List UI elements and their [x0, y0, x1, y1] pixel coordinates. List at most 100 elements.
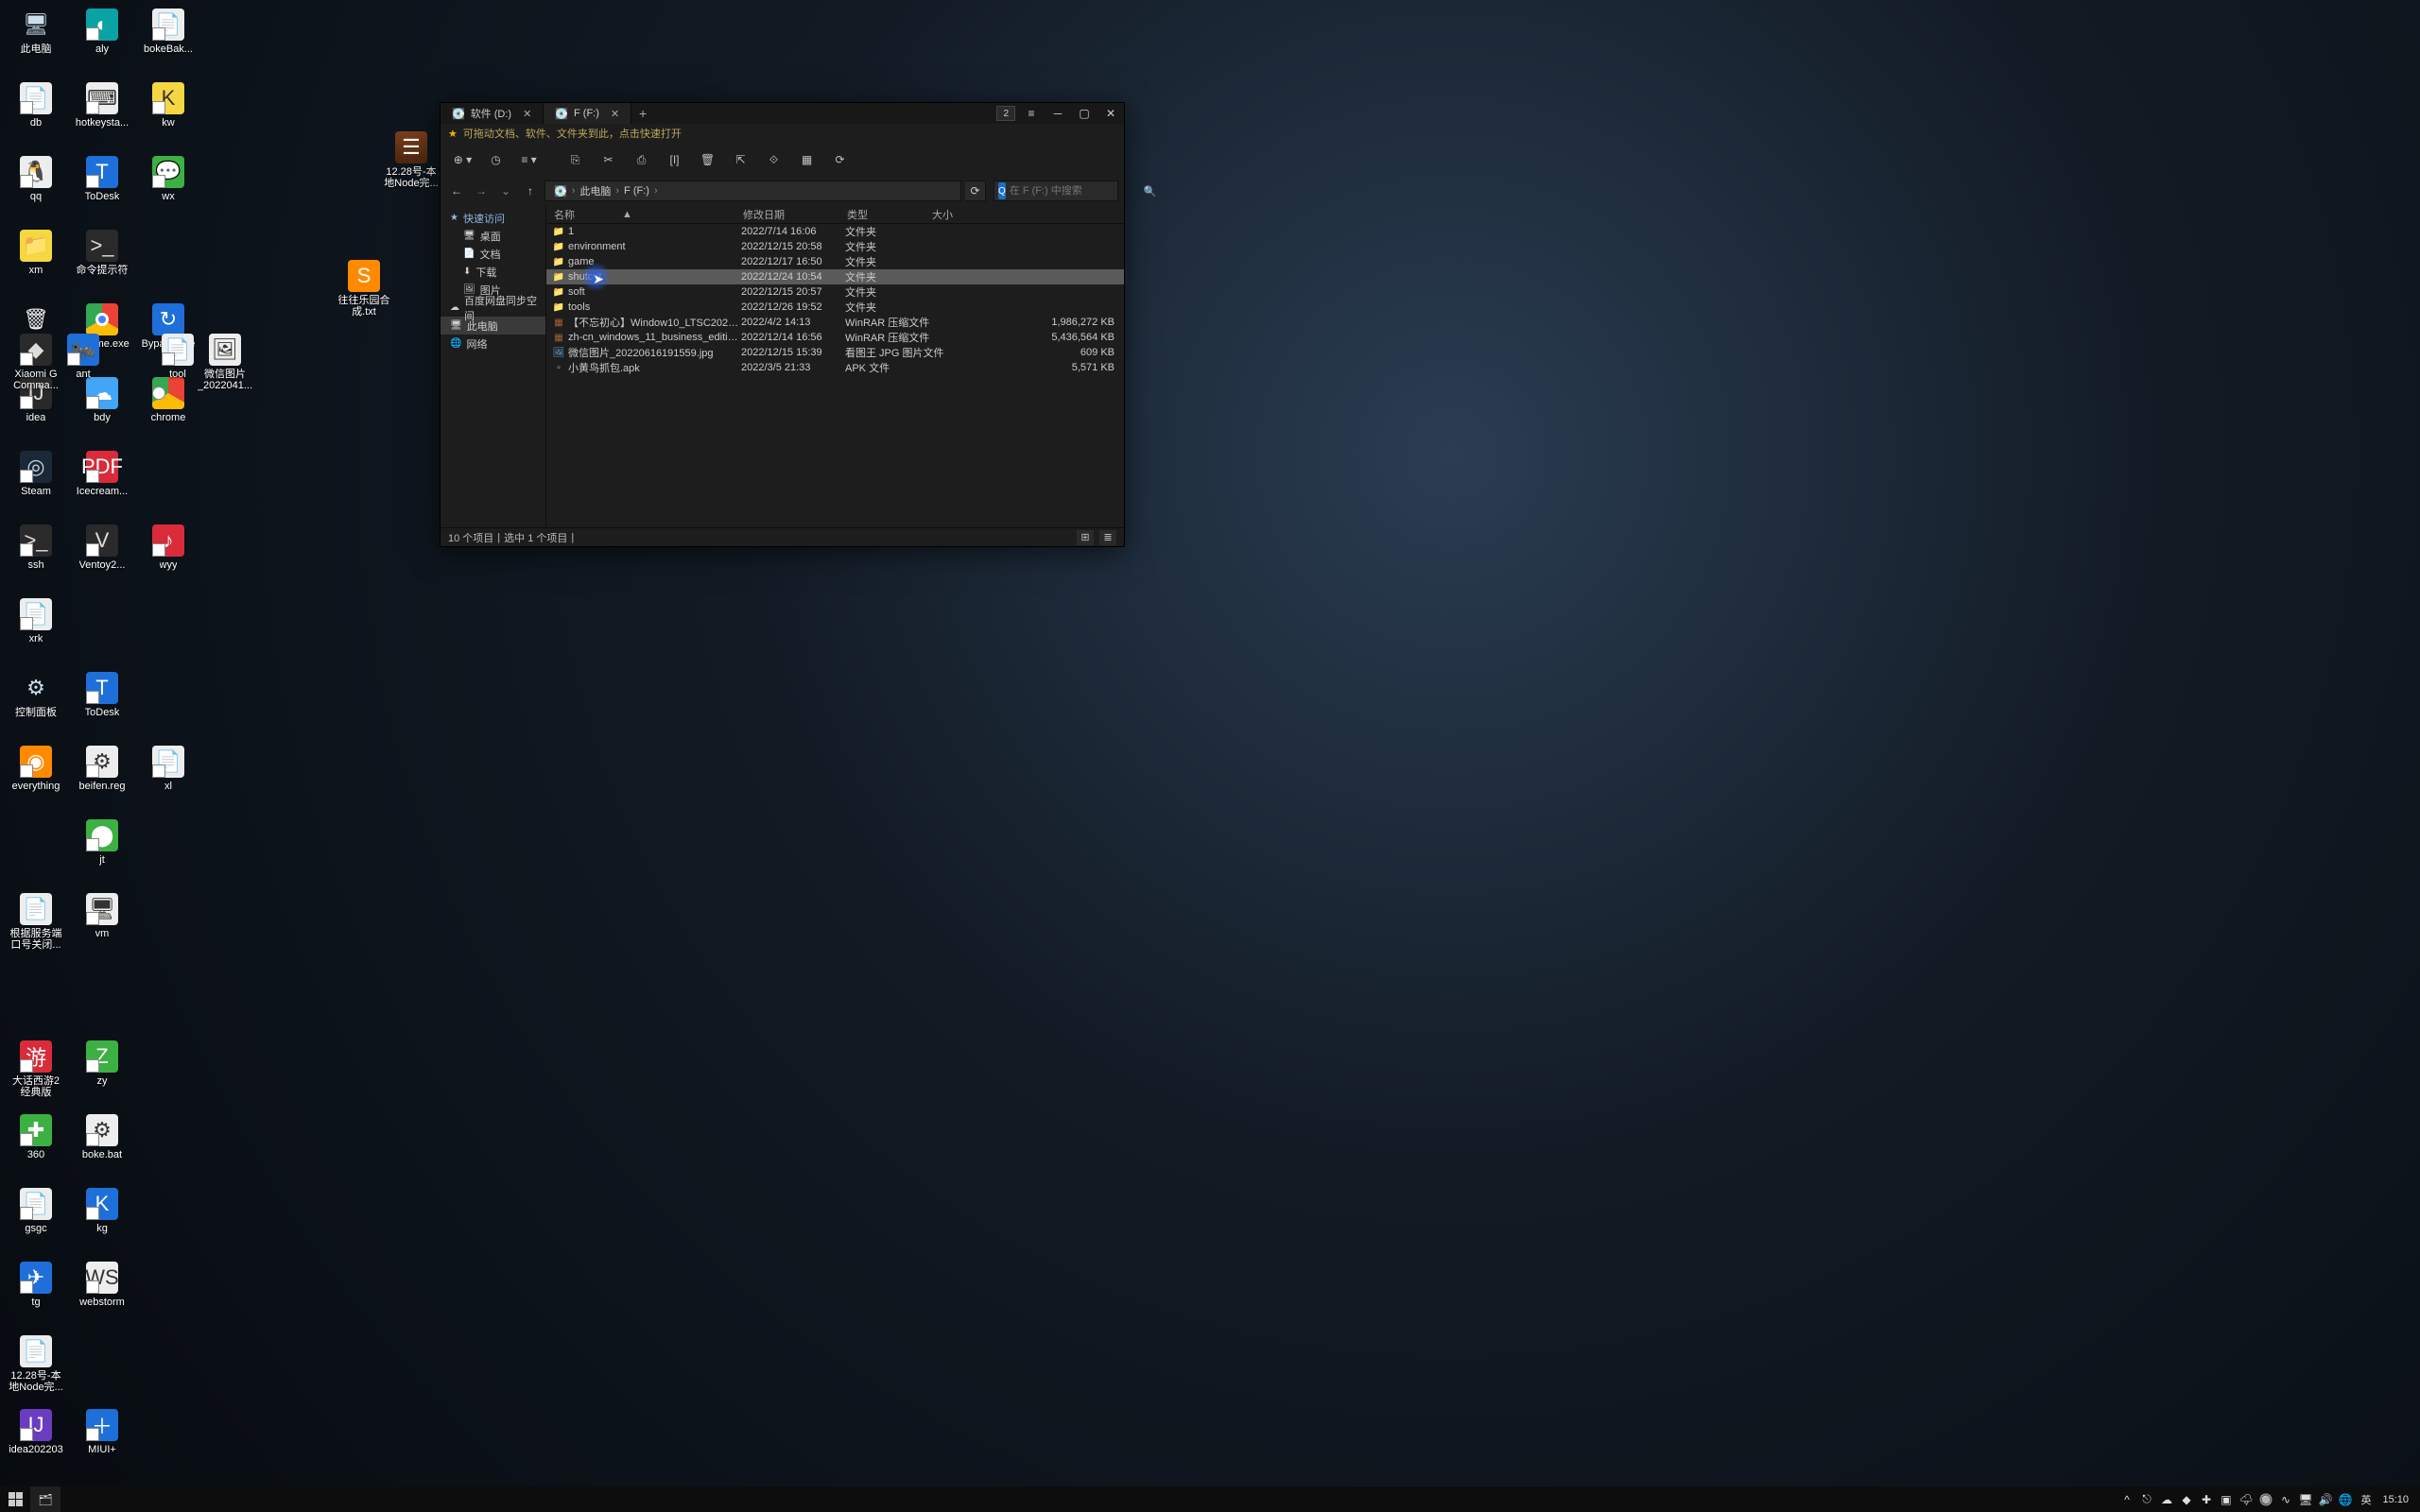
- search-input[interactable]: [1010, 185, 1144, 197]
- sidebar-item-网络[interactable]: 🌐网络: [441, 335, 545, 352]
- forward-button[interactable]: →: [471, 180, 492, 201]
- tab-close-icon[interactable]: ✕: [611, 108, 619, 120]
- recent-button[interactable]: ⌄: [495, 180, 516, 201]
- desktop-icon-往往乐园合-成.txt[interactable]: S往往乐园合 成.txt: [331, 256, 397, 330]
- back-button[interactable]: ←: [446, 180, 467, 201]
- taskbar-app-file-explorer[interactable]: 🗂: [30, 1486, 60, 1512]
- refresh-button[interactable]: ⟳: [823, 146, 856, 173]
- desktop-icon-Ventoy2...[interactable]: VVentoy2...: [69, 521, 135, 594]
- ime-language[interactable]: 英: [2355, 1492, 2377, 1507]
- rename-button[interactable]: [I]: [658, 146, 691, 173]
- sidebar-item-快速访问[interactable]: ★快速访问: [441, 209, 545, 227]
- maximize-button[interactable]: ▢: [1071, 103, 1098, 124]
- tray-icon-5[interactable]: ▣: [2216, 1486, 2236, 1512]
- desktop-icon-jt[interactable]: ⬤jt: [69, 816, 135, 889]
- tray-icon-6[interactable]: 🌩: [2236, 1486, 2256, 1512]
- history-button[interactable]: ◷: [479, 146, 512, 173]
- desktop-icon-everything[interactable]: ◉everything: [3, 742, 69, 816]
- view-details-button[interactable]: ⊞: [1077, 530, 1094, 545]
- desktop-icon-qq[interactable]: 🐧qq: [3, 152, 69, 226]
- column-date[interactable]: 修改日期: [735, 207, 839, 222]
- desktop-icon-控制面板[interactable]: ⚙控制面板: [3, 668, 69, 742]
- desktop-icon-12.28号-本-地Node完...[interactable]: ☰12.28号-本 地Node完...: [378, 128, 444, 201]
- file-row[interactable]: 📁soft2022/12/15 20:57文件夹: [546, 284, 1124, 300]
- desktop-icon-tg[interactable]: ✈tg: [3, 1258, 69, 1332]
- new-item-button[interactable]: ⊕ ▾: [446, 146, 479, 173]
- file-row[interactable]: 📁game2022/12/17 16:50文件夹: [546, 254, 1124, 269]
- desktop-icon-hotkeysta...[interactable]: ⌨hotkeysta...: [69, 78, 135, 152]
- cut-button[interactable]: ✂: [592, 146, 625, 173]
- desktop-icon-wx[interactable]: 💬wx: [135, 152, 201, 226]
- tab-close-icon[interactable]: ✕: [523, 108, 531, 120]
- tray-icon-0[interactable]: ^: [2117, 1486, 2136, 1512]
- desktop-icon-MIUI+[interactable]: ＋MIUI+: [69, 1405, 135, 1479]
- desktop-icon-ToDesk[interactable]: TToDesk: [69, 152, 135, 226]
- up-button[interactable]: ↑: [520, 180, 541, 201]
- desktop-icon-bokeBak...[interactable]: 📄bokeBak...: [135, 5, 201, 78]
- desktop-icon-xm[interactable]: 📁xm: [3, 226, 69, 300]
- drive-icon[interactable]: 💽: [549, 185, 572, 198]
- address-refresh-button[interactable]: ⟳: [965, 180, 986, 201]
- desktop-icon-360[interactable]: ✚360: [3, 1110, 69, 1184]
- explorer-tab[interactable]: 💽F (F:)✕: [544, 103, 631, 124]
- minimize-button[interactable]: ─: [1045, 103, 1071, 124]
- desktop-icon-微信图片-_2022041...[interactable]: 🖼微信图片 _2022041...: [192, 330, 258, 404]
- file-row[interactable]: ▦【不忘初心】Window10_LTSC2021_19044.1...2022/…: [546, 315, 1124, 330]
- pin-button[interactable]: ⇱: [724, 146, 757, 173]
- desktop-icon-webstorm[interactable]: WSwebstorm: [69, 1258, 135, 1332]
- desktop-icon-根据服务端-口号关闭...[interactable]: 📄根据服务端 口号关闭...: [3, 889, 69, 963]
- tray-icon-9[interactable]: 🖥: [2295, 1486, 2315, 1512]
- desktop-icon-ant[interactable]: 🐜ant: [50, 330, 116, 404]
- view-list-button[interactable]: ≣: [1099, 530, 1116, 545]
- desktop-icon-Steam[interactable]: ◎Steam: [3, 447, 69, 521]
- tray-icon-10[interactable]: 🔊: [2315, 1486, 2335, 1512]
- sort-button[interactable]: ≡ ▾: [512, 146, 545, 173]
- sidebar-item-下载[interactable]: ⬇下载: [441, 263, 545, 281]
- menu-button[interactable]: ≡: [1018, 103, 1045, 124]
- crumb-drive-f[interactable]: F (F:): [619, 185, 654, 197]
- desktop-icon-ToDesk[interactable]: TToDesk: [69, 668, 135, 742]
- close-button[interactable]: ✕: [1098, 103, 1124, 124]
- column-type[interactable]: 类型: [839, 207, 925, 222]
- ime-globe-icon[interactable]: 🌐: [2335, 1486, 2355, 1512]
- delete-button[interactable]: 🗑: [691, 146, 724, 173]
- file-row[interactable]: 📁12022/7/14 16:06文件夹: [546, 224, 1124, 239]
- tray-icon-3[interactable]: ◆: [2176, 1486, 2196, 1512]
- desktop-icon-此电脑[interactable]: 🖥此电脑: [3, 5, 69, 78]
- desktop-icon-vm[interactable]: 🖥vm: [69, 889, 135, 963]
- desktop-icon-wyy[interactable]: ♪wyy: [135, 521, 201, 594]
- paste-button[interactable]: ⎙: [625, 146, 658, 173]
- desktop-icon-zy[interactable]: Zzy: [69, 1037, 135, 1110]
- sidebar-item-百度网盘同步空间[interactable]: ☁百度网盘同步空间: [441, 299, 545, 317]
- desktop-icon-xl[interactable]: 📄xl: [135, 742, 201, 816]
- desktop-icon-kw[interactable]: Kkw: [135, 78, 201, 152]
- crop-button[interactable]: ⟐: [757, 146, 790, 173]
- desktop-icon-kg[interactable]: Kkg: [69, 1184, 135, 1258]
- tray-icon-1[interactable]: ⎋: [2136, 1486, 2156, 1512]
- column-size[interactable]: 大小: [925, 207, 1124, 222]
- desktop-icon-xrk[interactable]: 📄xrk: [3, 594, 69, 668]
- explorer-tab[interactable]: 💽软件 (D:)✕: [441, 103, 544, 124]
- new-tab-button[interactable]: +: [631, 103, 654, 124]
- file-row[interactable]: 📁tools2022/12/26 19:52文件夹: [546, 300, 1124, 315]
- breadcrumb[interactable]: 💽 › 此电脑 › F (F:) ›: [544, 180, 961, 201]
- copy-button[interactable]: ⎘: [559, 146, 592, 173]
- desktop-icon-boke.bat[interactable]: ⚙boke.bat: [69, 1110, 135, 1184]
- archive-button[interactable]: ▦: [790, 146, 823, 173]
- desktop-icon-idea202203[interactable]: IJidea202203: [3, 1405, 69, 1479]
- crumb-this-pc[interactable]: 此电脑: [575, 183, 615, 198]
- desktop-icon-ssh[interactable]: >_ssh: [3, 521, 69, 594]
- file-row[interactable]: 🖼微信图片_20220616191559.jpg2022/12/15 15:39…: [546, 345, 1124, 360]
- quick-drop-hint[interactable]: ★ 可拖动文档、软件、文件夹到此，点击快速打开: [441, 124, 1124, 143]
- file-row[interactable]: ▦zh-cn_windows_11_business_editions_vers…: [546, 330, 1124, 345]
- clock[interactable]: 15:10: [2377, 1494, 2414, 1505]
- tray-icon-7[interactable]: 🔘: [2256, 1486, 2275, 1512]
- file-row[interactable]: 📁environment2022/12/15 20:58文件夹: [546, 239, 1124, 254]
- column-name[interactable]: 名称 ▲: [546, 207, 735, 222]
- sidebar-item-文档[interactable]: 📄文档: [441, 245, 545, 263]
- tray-icon-8[interactable]: ∿: [2275, 1486, 2295, 1512]
- desktop-icon-大话西游2-经典版[interactable]: 游大话西游2 经典版: [3, 1037, 69, 1110]
- desktop-icon-beifen.reg[interactable]: ⚙beifen.reg: [69, 742, 135, 816]
- desktop-icon-db[interactable]: 📄db: [3, 78, 69, 152]
- desktop-icon-Icecream...[interactable]: PDFIcecream...: [69, 447, 135, 521]
